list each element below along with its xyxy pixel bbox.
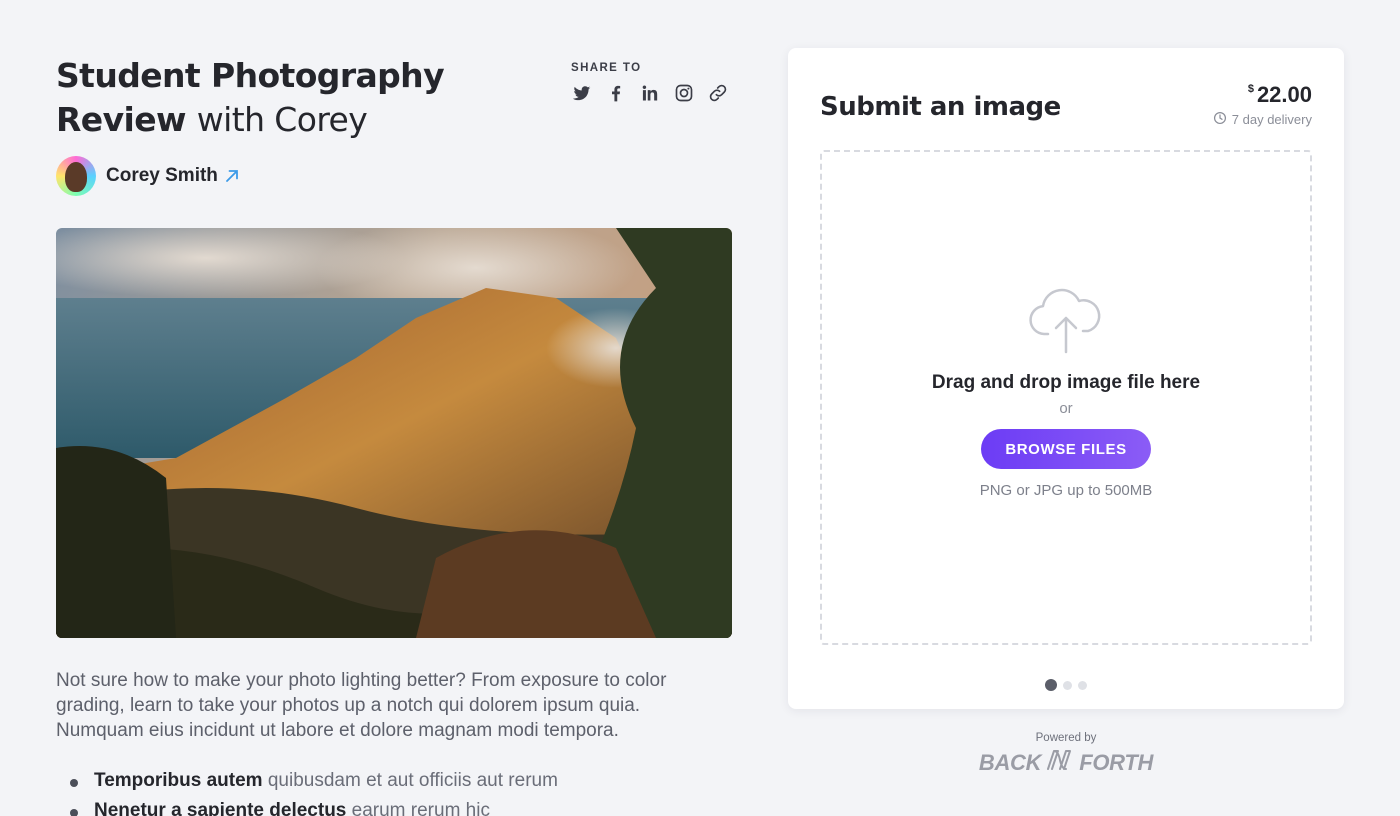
avatar[interactable]: [56, 156, 96, 196]
brand-left: BACK: [978, 750, 1042, 775]
price: $22.00: [1213, 82, 1312, 108]
carousel-dots: [788, 679, 1344, 691]
linkedin-icon[interactable]: [639, 82, 661, 104]
submit-card: Submit an image $22.00 7 day delivery Dr…: [788, 48, 1344, 709]
cloud-upload-icon: [1026, 286, 1106, 354]
carousel-dot-1[interactable]: [1045, 679, 1057, 691]
share-section: SHARE TO: [571, 62, 731, 104]
clock-icon: [1213, 111, 1227, 128]
file-hint: PNG or JPG up to 500MB: [979, 482, 1153, 499]
link-icon[interactable]: [707, 82, 729, 104]
dropzone[interactable]: Drag and drop image file here or BROWSE …: [820, 150, 1312, 645]
browse-files-button[interactable]: BROWSE FILES: [981, 429, 1151, 469]
hero-image: [56, 228, 732, 638]
description: Not sure how to make your photo lighting…: [56, 670, 667, 741]
powered-by-label: Powered by: [1035, 732, 1097, 744]
list-item-bold: Nenetur a sapiente delectus: [94, 800, 347, 816]
drop-text: Drag and drop image file here: [931, 372, 1201, 393]
list-item: Nenetur a sapiente delectus earum rerum …: [70, 796, 730, 816]
brand-right: FORTH: [1079, 750, 1154, 775]
brand-mark-icon: [1045, 748, 1075, 778]
external-link-icon[interactable]: [224, 168, 240, 184]
share-label: SHARE TO: [571, 62, 642, 74]
brand-logo[interactable]: BACK FORTH: [979, 748, 1153, 778]
price-box: $22.00 7 day delivery: [1213, 82, 1312, 128]
powered-by: Powered by BACK FORTH: [788, 732, 1344, 778]
card-title: Submit an image: [820, 92, 1061, 122]
carousel-dot-3[interactable]: [1078, 680, 1087, 690]
instagram-icon[interactable]: [673, 82, 695, 104]
delivery-info: 7 day delivery: [1213, 111, 1312, 128]
carousel-dot-2[interactable]: [1063, 680, 1072, 690]
list-item-text: quibusdam et aut officiis aut rerum: [267, 770, 558, 791]
price-currency: $: [1247, 83, 1254, 95]
page-title: Student Photography Review with Corey: [56, 54, 496, 142]
or-text: or: [1059, 400, 1073, 417]
twitter-icon[interactable]: [571, 82, 593, 104]
page-title-regular: with Corey: [196, 100, 368, 139]
delivery-text: 7 day delivery: [1231, 112, 1312, 127]
list-item: Temporibus autem quibusdam et aut offici…: [70, 766, 730, 796]
share-icons: [571, 82, 731, 104]
author-name[interactable]: Corey Smith: [106, 165, 218, 187]
price-value: 22.00: [1256, 82, 1312, 107]
author-row: Corey Smith: [56, 156, 240, 196]
list-item-bold: Temporibus autem: [94, 770, 263, 791]
list-item-text: earum rerum hic: [351, 800, 490, 816]
feature-list: Temporibus autem quibusdam et aut offici…: [70, 766, 730, 816]
facebook-icon[interactable]: [605, 82, 627, 104]
